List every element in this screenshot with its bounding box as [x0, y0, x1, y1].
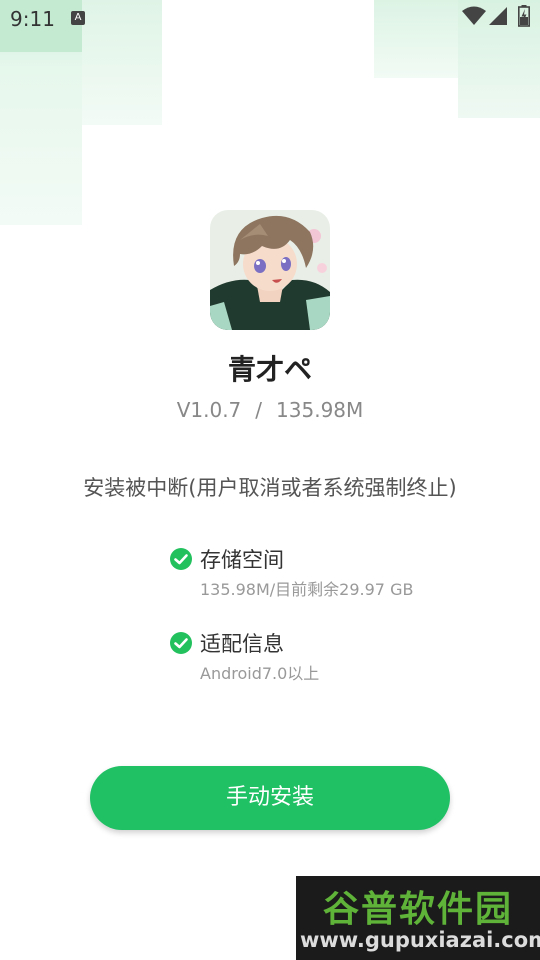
wifi-icon [462, 6, 486, 25]
watermark-url: www.gupuxiazai.com [300, 928, 540, 952]
check-title: 存储空间 [200, 548, 284, 572]
check-subtitle: Android7.0以上 [200, 664, 320, 683]
notification-icon: A [71, 11, 85, 25]
check-title: 适配信息 [200, 632, 284, 656]
status-bar: 9:11 A [0, 0, 540, 36]
app-size: 135.98M [276, 398, 364, 422]
check-circle-icon [170, 632, 192, 654]
app-version: V1.0.7 [176, 398, 242, 422]
manual-install-button[interactable]: 手动安装 [90, 766, 450, 830]
check-subtitle: 135.98M/目前剩余29.97 GB [200, 580, 414, 599]
app-name: 青才ペ [227, 353, 312, 386]
separator: / [255, 398, 263, 422]
version-size-line: V1.0.7 / 135.98M [0, 398, 540, 422]
battery-charging-icon [518, 5, 530, 27]
install-status-message: 安装被中断(用户取消或者系统强制终止) [83, 476, 457, 500]
app-icon [210, 210, 330, 330]
watermark-logo: 谷普软件园 www.gupuxiazai.com [296, 876, 540, 960]
watermark-title: 谷普软件园 [322, 889, 513, 930]
check-circle-icon [170, 548, 192, 570]
signal-icon [489, 7, 507, 25]
anime-character-icon [210, 210, 330, 330]
status-time: 9:11 [10, 7, 55, 31]
